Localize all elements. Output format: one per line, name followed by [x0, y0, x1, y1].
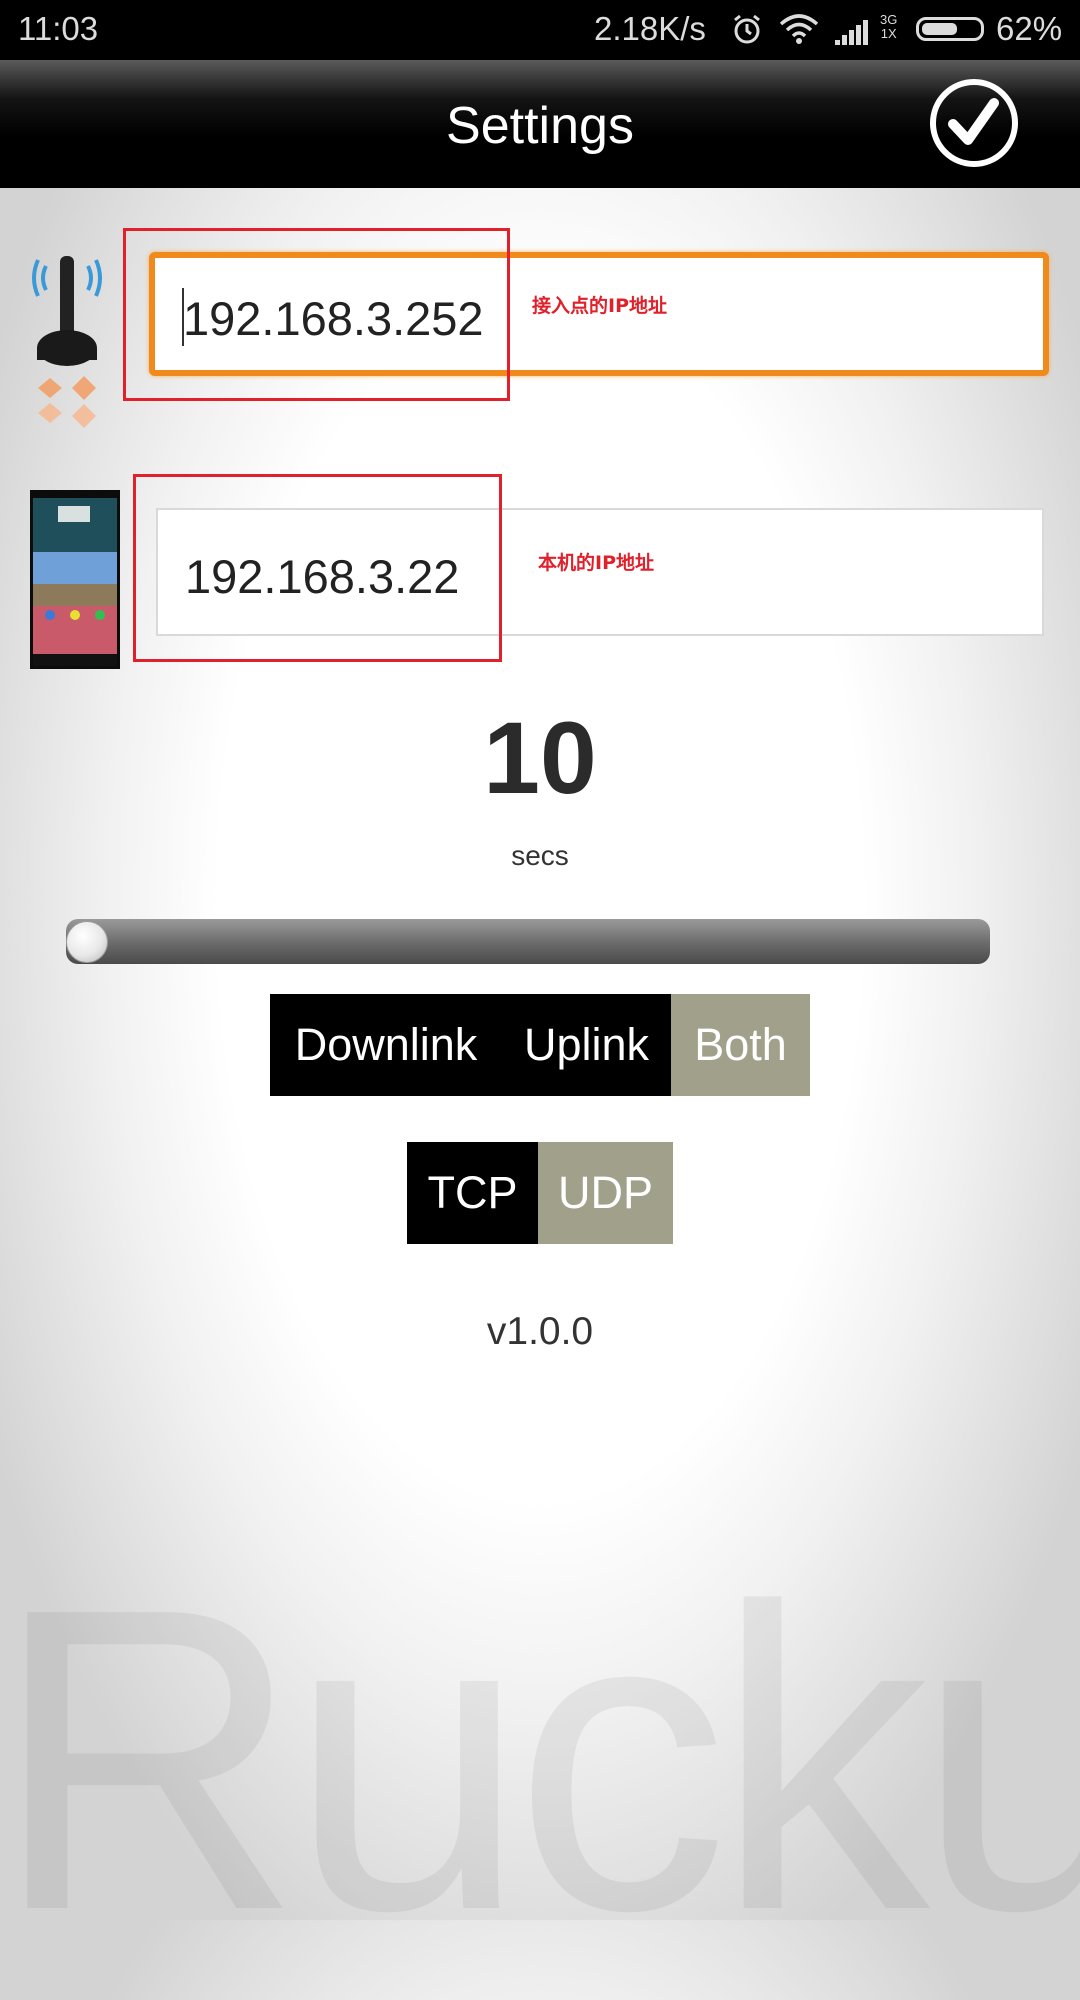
local-ip-annotation: 本机的IP地址	[538, 552, 654, 574]
udp-option[interactable]: UDP	[538, 1142, 673, 1244]
duration-value: 10	[483, 701, 597, 815]
access-point-annotation: 接入点的IP地址	[532, 295, 667, 317]
phone-screenshot-icon	[30, 490, 120, 669]
wireless-antenna-icon	[28, 248, 106, 448]
cell-signal-icon	[835, 16, 875, 54]
status-net-speed: 2.18K/s	[594, 10, 706, 47]
wifi-icon	[779, 14, 819, 52]
status-time: 11:03	[18, 10, 99, 47]
uplink-option[interactable]: Uplink	[502, 994, 671, 1096]
direction-toggle: Downlink Uplink Both	[270, 994, 810, 1096]
version-label: v1.0.0	[486, 1310, 594, 1353]
duration-slider[interactable]	[66, 919, 990, 964]
page-title: Settings	[446, 97, 634, 155]
network-type: 3G 1X	[880, 12, 898, 41]
tcp-option[interactable]: TCP	[407, 1142, 538, 1244]
alarm-clock-icon	[730, 12, 764, 54]
duration-unit: secs	[511, 840, 569, 871]
protocol-toggle: TCP UDP	[407, 1142, 673, 1244]
duration-slider-thumb[interactable]	[66, 921, 108, 963]
both-option[interactable]: Both	[671, 994, 810, 1096]
action-bar: Settings	[0, 60, 1080, 188]
battery-icon	[916, 17, 984, 41]
check-circle-icon	[930, 79, 1018, 167]
battery-percent: 62%	[996, 10, 1063, 47]
status-bar: 11:03 2.18K/s 3G 1X 62%	[0, 0, 1080, 60]
local-ip-value: 192.168.3.22	[185, 550, 460, 603]
ruckus-watermark: Ruckus	[0, 1520, 1080, 2000]
downlink-option[interactable]: Downlink	[270, 994, 502, 1096]
done-button[interactable]	[928, 77, 1020, 169]
access-point-ip-value: 192.168.3.252	[183, 292, 484, 345]
